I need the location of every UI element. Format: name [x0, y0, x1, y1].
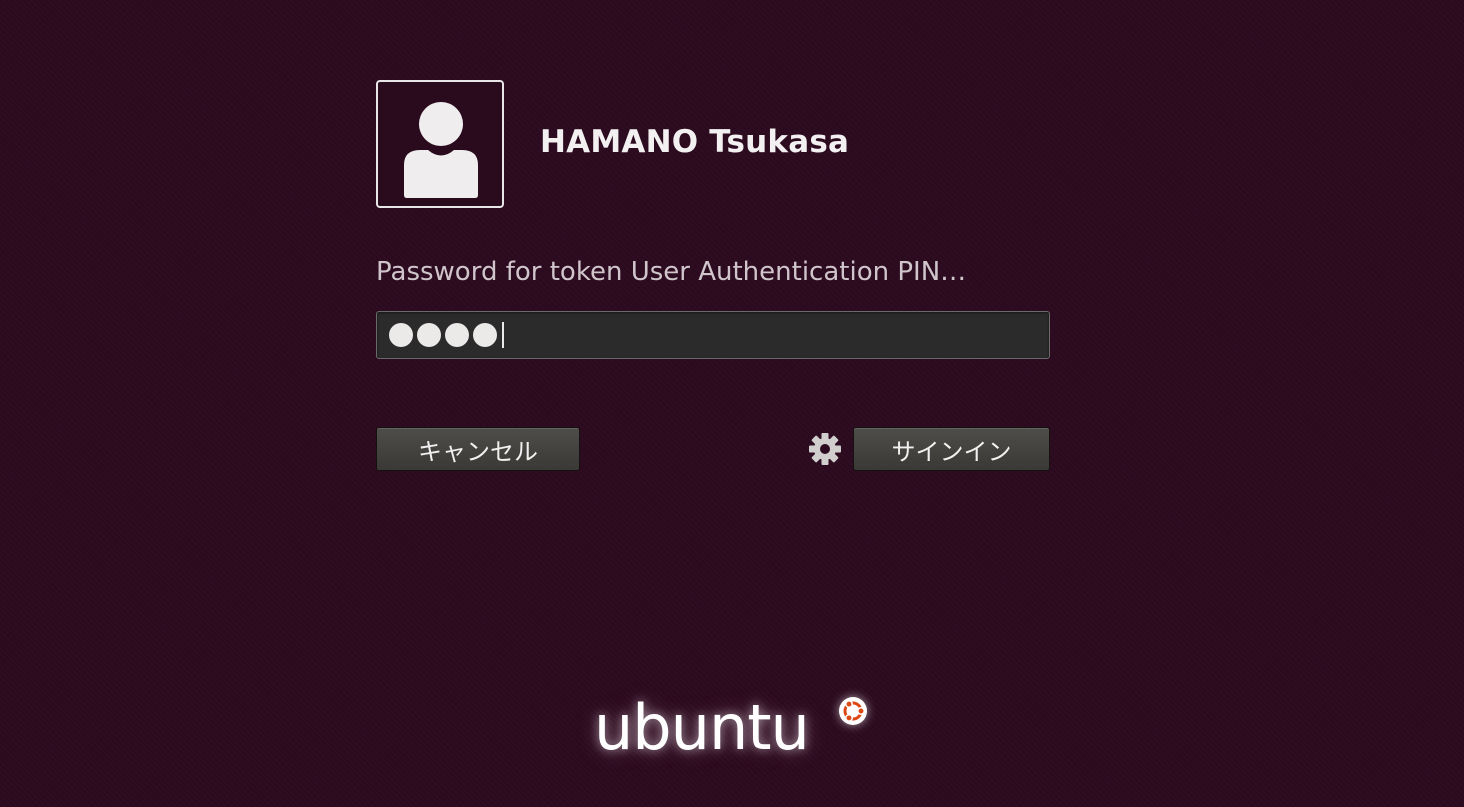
- cancel-button[interactable]: キャンセル: [376, 427, 580, 471]
- text-caret: [502, 322, 504, 348]
- password-dot: [445, 323, 469, 347]
- user-avatar: [376, 80, 504, 208]
- password-mask: [389, 321, 504, 349]
- password-dot: [417, 323, 441, 347]
- password-dot: [473, 323, 497, 347]
- user-name: HAMANO Tsukasa: [540, 124, 850, 160]
- sign-in-button[interactable]: サインイン: [853, 427, 1050, 471]
- sign-in-button-label: サインイン: [891, 437, 1012, 466]
- circle-of-friends-icon: [839, 697, 867, 725]
- password-field[interactable]: [376, 311, 1050, 359]
- ubuntu-wordmark: ubuntu: [594, 691, 810, 764]
- gear-icon[interactable]: [808, 432, 842, 466]
- password-prompt-label: Password for token User Authentication P…: [376, 257, 967, 287]
- password-dot: [389, 323, 413, 347]
- cancel-button-label: キャンセル: [418, 437, 538, 466]
- user-avatar-icon: [404, 102, 478, 198]
- ubuntu-logo: ubuntu: [594, 688, 884, 768]
